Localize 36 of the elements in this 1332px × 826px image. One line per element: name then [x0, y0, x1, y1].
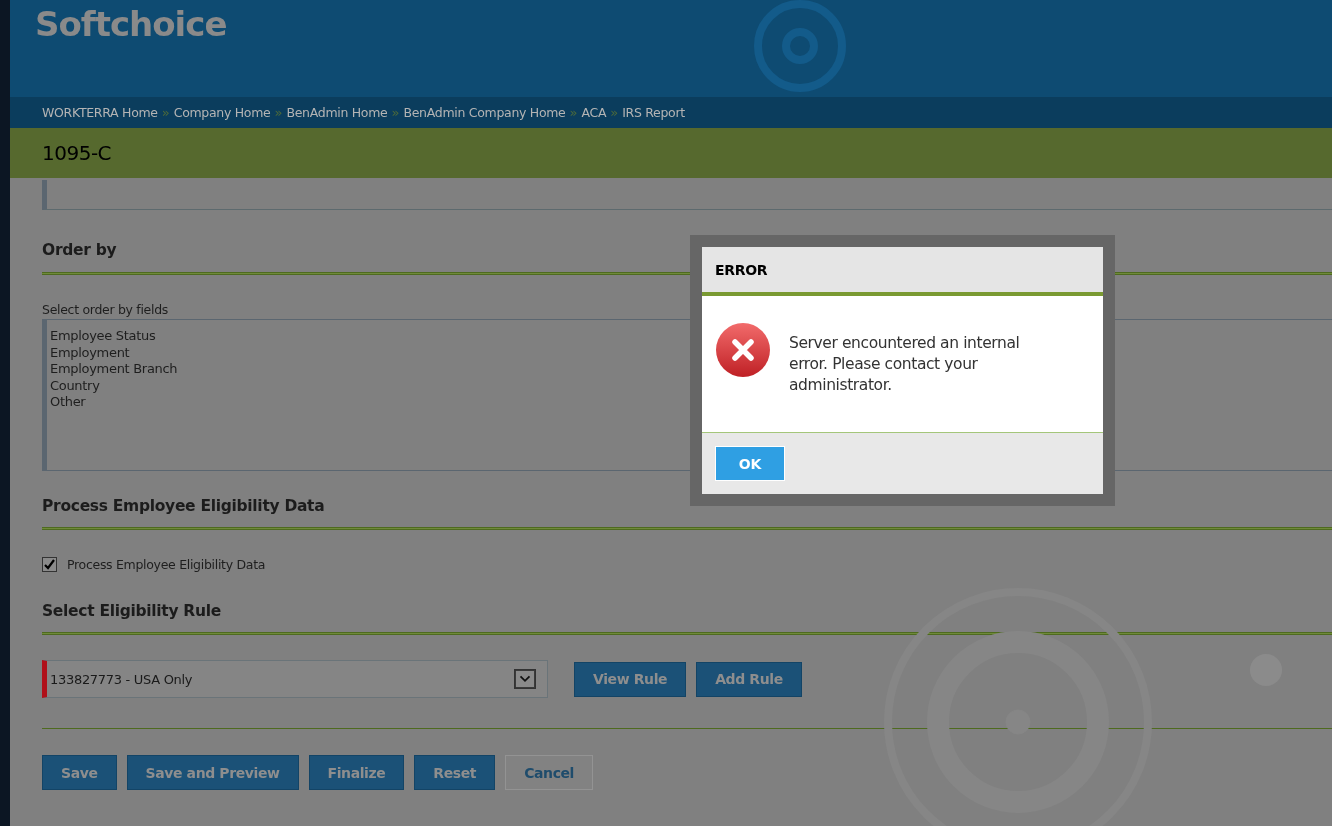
page-title: 1095-C	[42, 141, 112, 165]
list-option[interactable]: Employee Status	[50, 328, 156, 345]
section-heading: Order by	[42, 241, 118, 261]
breadcrumb-separator: »	[274, 105, 283, 120]
rule-button[interactable]: Add Rule	[696, 661, 802, 697]
list-option[interactable]: Country	[50, 377, 100, 395]
error-icon	[715, 322, 771, 378]
logo[interactable]: Softchoice	[35, 4, 227, 44]
breadcrumb-separator: »	[391, 105, 400, 120]
action-button[interactable]: Finalize	[308, 755, 405, 790]
rule-select[interactable]: 133827773 - USA Only	[42, 660, 548, 698]
breadcrumb-link[interactable]: BenAdmin Home	[286, 105, 388, 120]
action-button[interactable]: Save and Preview	[126, 755, 299, 790]
breadcrumb-separator: »	[161, 105, 170, 120]
list-option[interactable]: Employment	[50, 344, 130, 362]
checkbox[interactable]	[42, 557, 57, 572]
breadcrumb-link[interactable]: BenAdmin Company Home	[403, 105, 566, 120]
dialog-title: ERROR	[715, 261, 768, 278]
breadcrumb-separator: »	[569, 105, 578, 120]
breadcrumb-separator: »	[610, 105, 619, 120]
field-label: Select order by fields	[42, 302, 170, 317]
breadcrumb-link[interactable]: Company Home	[173, 105, 271, 120]
list-option[interactable]: Other	[50, 394, 86, 411]
list-option[interactable]: Employment Branch	[50, 361, 178, 378]
action-button[interactable]: Reset	[414, 755, 496, 790]
section-heading: Select Eligibility Rule	[42, 602, 222, 622]
breadcrumb-link[interactable]: ACA	[581, 105, 607, 120]
section-heading: Process Employee Eligibility Data	[42, 497, 326, 517]
error-message: Server encountered an internal error. Please contact your administrator.	[789, 333, 1021, 396]
rule-button[interactable]: View Rule	[574, 661, 687, 697]
breadcrumb-link[interactable]: WORKTERRA Home	[42, 105, 158, 120]
checkbox-label: Process Employee Eligibility Data	[67, 557, 266, 572]
ok-button[interactable]: OK	[715, 446, 785, 481]
action-button[interactable]: Save	[42, 755, 117, 790]
breadcrumb-link[interactable]: IRS Report	[622, 105, 685, 120]
dropdown-caret-icon	[514, 669, 536, 689]
